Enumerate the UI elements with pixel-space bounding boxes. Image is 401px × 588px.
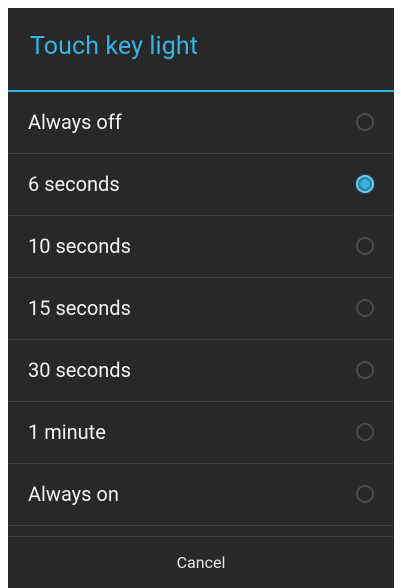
radio-button-icon[interactable]: [356, 299, 374, 317]
option-label: Always on: [28, 482, 119, 506]
option-30-seconds[interactable]: 30 seconds: [8, 340, 394, 402]
radio-button-icon[interactable]: [356, 485, 374, 503]
option-always-on[interactable]: Always on: [8, 464, 394, 526]
option-label: Always off: [28, 110, 122, 134]
dialog-title: Touch key light: [30, 32, 199, 61]
dialog-footer: Cancel: [8, 536, 394, 588]
option-label: 6 seconds: [28, 172, 120, 196]
option-15-seconds[interactable]: 15 seconds: [8, 278, 394, 340]
touch-key-light-dialog: Touch key light Always off 6 seconds 10 …: [8, 8, 394, 588]
option-always-off[interactable]: Always off: [8, 92, 394, 154]
radio-button-icon[interactable]: [356, 113, 374, 131]
radio-button-icon[interactable]: [356, 361, 374, 379]
radio-button-icon[interactable]: [356, 423, 374, 441]
option-label: 30 seconds: [28, 358, 131, 382]
option-label: 15 seconds: [28, 296, 131, 320]
radio-button-icon[interactable]: [356, 175, 374, 193]
cancel-button[interactable]: Cancel: [8, 537, 394, 588]
option-6-seconds[interactable]: 6 seconds: [8, 154, 394, 216]
option-10-seconds[interactable]: 10 seconds: [8, 216, 394, 278]
radio-button-icon[interactable]: [356, 237, 374, 255]
option-1-minute[interactable]: 1 minute: [8, 402, 394, 464]
option-label: 10 seconds: [28, 234, 131, 258]
dialog-title-bar: Touch key light: [8, 8, 394, 90]
option-label: 1 minute: [28, 420, 106, 444]
options-list: Always off 6 seconds 10 seconds 15 secon…: [8, 92, 394, 526]
